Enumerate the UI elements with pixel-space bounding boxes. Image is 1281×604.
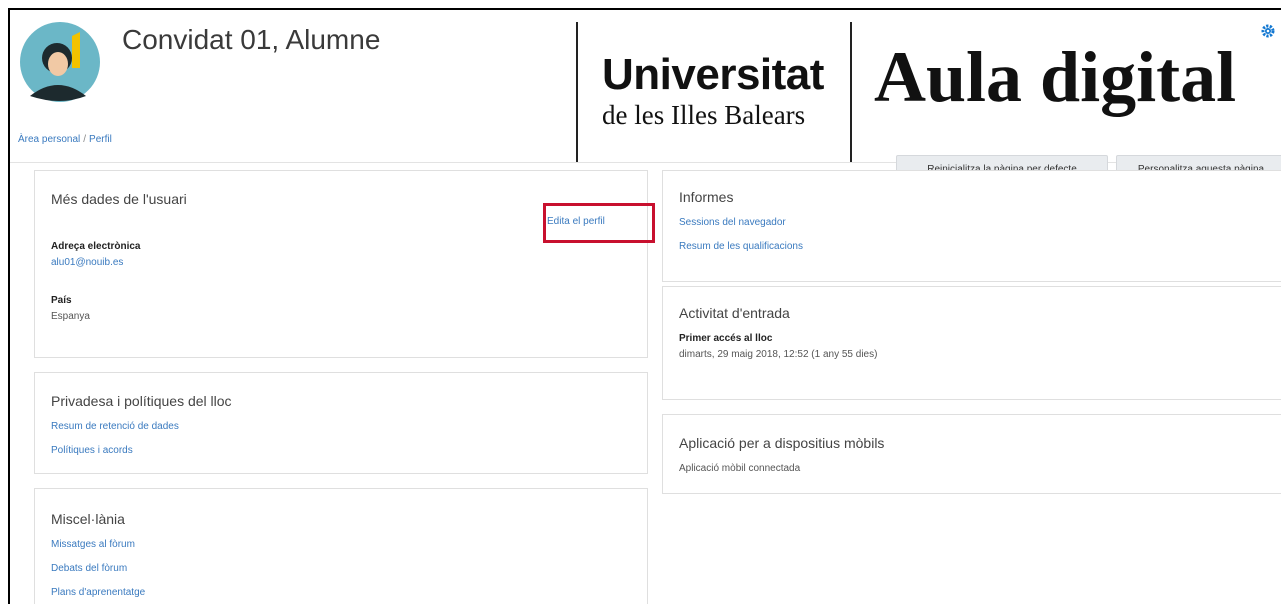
university-subtitle: de les Illes Balears	[602, 100, 806, 130]
breadcrumb-home[interactable]: Àrea personal	[18, 134, 80, 145]
card-title: Miscel·lània	[51, 511, 125, 527]
card-title: Més dades de l'usuari	[51, 191, 187, 207]
page-header: Convidat 01, Alumne Àrea personal / Perfil…	[10, 10, 1281, 163]
site-name: Aula digital	[874, 37, 1237, 117]
page-frame: Convidat 01, Alumne Àrea personal / Perfil…	[8, 8, 1281, 604]
card-privacy: Privadesa i polítiques del lloc Resum de…	[34, 372, 648, 474]
avatar[interactable]	[20, 22, 100, 102]
breadcrumb-separator: /	[83, 134, 87, 145]
header-divider	[576, 22, 578, 162]
data-retention-link[interactable]: Resum de retenció de dades	[51, 421, 179, 432]
card-title: Informes	[679, 189, 734, 205]
breadcrumb: Àrea personal / Perfil	[18, 134, 112, 145]
forum-discussions-link[interactable]: Debats del fòrum	[51, 563, 127, 574]
user-name: Convidat 01, Alumne	[122, 24, 381, 55]
grades-overview-link[interactable]: Resum de les qualificacions	[679, 241, 803, 252]
header-divider-2	[850, 22, 852, 162]
card-title: Activitat d'entrada	[679, 305, 790, 321]
card-title: Privadesa i polítiques del lloc	[51, 393, 232, 409]
university-title: Universitat	[602, 50, 824, 99]
card-user-details: Més dades de l'usuari Edita el perfil Ad…	[34, 170, 655, 358]
first-access-label: Primer accés al lloc	[679, 333, 773, 344]
browser-sessions-link[interactable]: Sessions del navegador	[679, 217, 786, 228]
breadcrumb-profile[interactable]: Perfil	[89, 134, 112, 145]
country-value: Espanya	[51, 311, 90, 322]
country-label: País	[51, 295, 72, 306]
forum-posts-link[interactable]: Missatges al fòrum	[51, 539, 135, 550]
first-access-value: dimarts, 29 maig 2018, 12:52 (1 any 55 d…	[679, 349, 878, 360]
policies-link[interactable]: Polítiques i acords	[51, 445, 133, 456]
learning-plans-link[interactable]: Plans d'aprenentatge	[51, 587, 145, 598]
edit-profile-link[interactable]: Edita el perfil	[547, 216, 605, 227]
gear-icon[interactable]	[1261, 24, 1275, 38]
card-mobile-app: Aplicació per a dispositius mòbils Aplic…	[662, 414, 1281, 494]
card-reports: Informes Sessions del navegador Resum de…	[662, 170, 1281, 282]
card-title: Aplicació per a dispositius mòbils	[679, 435, 885, 451]
card-login-activity: Activitat d'entrada Primer accés al lloc…	[662, 286, 1281, 400]
mobile-app-status: Aplicació mòbil connectada	[679, 463, 801, 474]
email-link[interactable]: alu01@nouib.es	[51, 257, 123, 268]
card-misc: Miscel·lània Missatges al fòrum Debats d…	[34, 488, 648, 604]
email-label: Adreça electrònica	[51, 241, 141, 252]
